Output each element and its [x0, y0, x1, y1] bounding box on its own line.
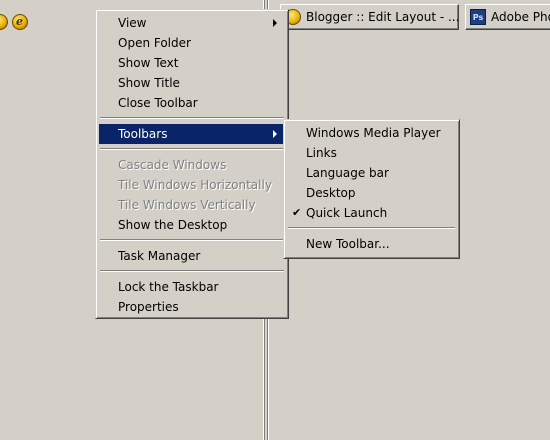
menu-item-label: Show Title: [118, 76, 180, 90]
menu-item-label: Language bar: [306, 166, 389, 180]
menu-item-open-folder[interactable]: Open Folder: [99, 33, 285, 53]
menu-item-close-toolbar[interactable]: Close Toolbar: [99, 93, 285, 113]
menu-item-toolbars[interactable]: Toolbars: [99, 124, 285, 144]
menu-item-show-text[interactable]: Show Text: [99, 53, 285, 73]
menu-item-tile-horizontally: Tile Windows Horizontally: [99, 175, 285, 195]
menu-item-label: View: [118, 16, 147, 30]
menu-separator: [100, 148, 284, 150]
menu-item-task-manager[interactable]: Task Manager: [99, 246, 285, 266]
menu-item-label: Properties: [118, 300, 179, 314]
submenu-item-windows-media-player[interactable]: Windows Media Player: [287, 123, 456, 143]
menu-item-show-desktop[interactable]: Show the Desktop: [99, 215, 285, 235]
submenu-item-links[interactable]: Links: [287, 143, 456, 163]
menu-separator: [100, 239, 284, 241]
menu-item-show-title[interactable]: Show Title: [99, 73, 285, 93]
photoshop-icon: Ps: [470, 9, 486, 25]
submenu-item-language-bar[interactable]: Language bar: [287, 163, 456, 183]
menu-item-label: Quick Launch: [306, 206, 388, 220]
menu-item-view[interactable]: View: [99, 13, 285, 33]
submenu-item-desktop[interactable]: Desktop: [287, 183, 456, 203]
taskbar-context-menu: View Open Folder Show Text Show Title Cl…: [95, 9, 289, 319]
menu-item-tile-vertically: Tile Windows Vertically: [99, 195, 285, 215]
menu-item-label: Tile Windows Vertically: [118, 198, 256, 212]
quick-launch-icon[interactable]: [0, 14, 8, 30]
menu-item-label: Windows Media Player: [306, 126, 441, 140]
submenu-arrow-icon: [273, 130, 277, 138]
menu-item-label: Task Manager: [118, 249, 201, 263]
menu-separator: [100, 270, 284, 272]
menu-item-label: Tile Windows Horizontally: [118, 178, 272, 192]
taskbar-button-label: Adobe Pho: [491, 10, 550, 24]
menu-item-label: Cascade Windows: [118, 158, 227, 172]
taskbar-button-label: Blogger :: Edit Layout - ...: [306, 10, 459, 24]
menu-item-label: Toolbars: [118, 127, 168, 141]
checkmark-icon: ✔: [292, 206, 302, 219]
menu-separator: [100, 117, 284, 119]
submenu-arrow-icon: [273, 19, 277, 27]
menu-item-label: Open Folder: [118, 36, 191, 50]
menu-item-label: Close Toolbar: [118, 96, 198, 110]
menu-item-label: Links: [306, 146, 337, 160]
menu-item-label: Show the Desktop: [118, 218, 228, 232]
taskbar-button-photoshop[interactable]: Ps Adobe Pho: [465, 4, 550, 30]
menu-item-properties[interactable]: Properties: [99, 297, 285, 317]
submenu-item-quick-launch[interactable]: ✔ Quick Launch: [287, 203, 456, 223]
menu-separator: [288, 227, 455, 229]
menu-item-cascade-windows: Cascade Windows: [99, 155, 285, 175]
menu-item-lock-taskbar[interactable]: Lock the Taskbar: [99, 277, 285, 297]
menu-item-label: Desktop: [306, 186, 356, 200]
toolbars-submenu: Windows Media Player Links Language bar …: [283, 119, 460, 259]
quick-launch-icon[interactable]: e: [12, 14, 28, 30]
submenu-item-new-toolbar[interactable]: New Toolbar...: [287, 234, 456, 254]
menu-item-label: New Toolbar...: [306, 237, 390, 251]
menu-item-label: Lock the Taskbar: [118, 280, 219, 294]
menu-item-label: Show Text: [118, 56, 179, 70]
taskbar-button-blogger[interactable]: Blogger :: Edit Layout - ...: [280, 4, 459, 30]
